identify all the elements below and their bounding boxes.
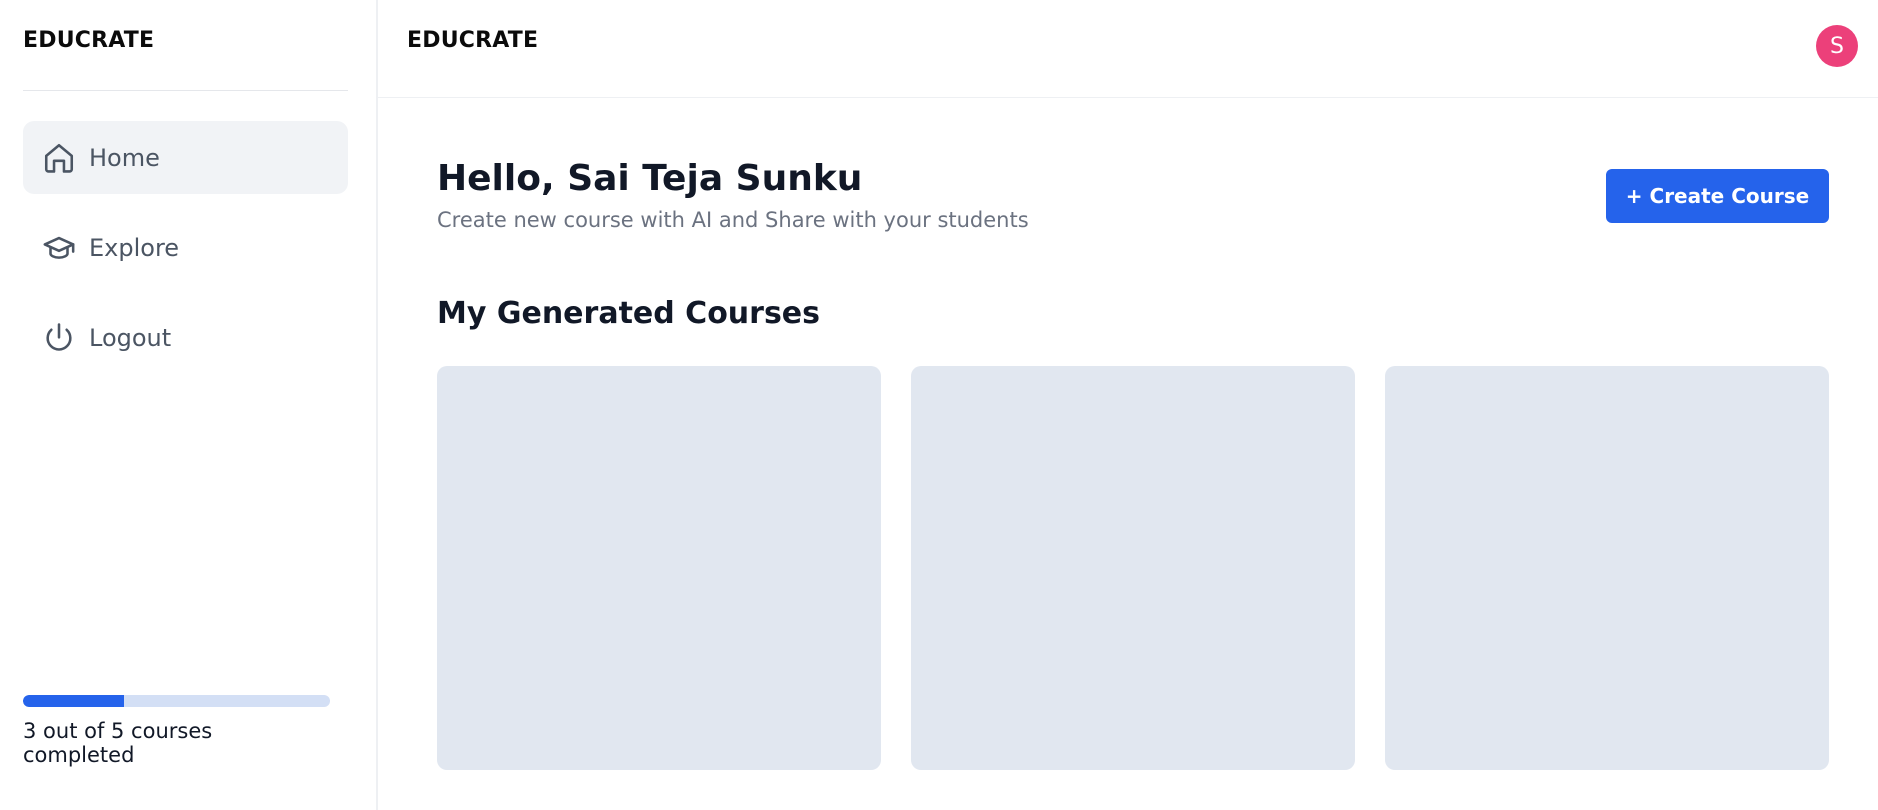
- home-icon: [41, 140, 77, 176]
- sidebar-logo: EDUCRATE: [23, 28, 155, 53]
- main-content: Hello, Sai Teja Sunku Create new course …: [378, 98, 1878, 810]
- sidebar-divider: [23, 90, 348, 91]
- avatar[interactable]: S: [1816, 25, 1858, 67]
- sidebar-nav: Home Explore Logout: [23, 121, 348, 391]
- create-course-button[interactable]: + Create Course: [1606, 169, 1829, 223]
- section-title: My Generated Courses: [437, 296, 821, 331]
- progress-bar: [23, 695, 330, 707]
- sidebar-item-label: Explore: [89, 233, 180, 262]
- graduation-cap-icon: [41, 230, 77, 266]
- sidebar: EDUCRATE Home Explore Logout 3 out of 5 …: [0, 0, 378, 810]
- greeting-subtitle: Create new course with AI and Share with…: [437, 208, 1029, 232]
- progress-bar-fill: [23, 695, 125, 707]
- power-icon: [41, 320, 77, 356]
- top-header: EDUCRATE S: [378, 0, 1878, 98]
- course-card-skeleton: [1385, 366, 1829, 770]
- sidebar-item-explore[interactable]: Explore: [23, 211, 348, 284]
- course-card-grid: [437, 366, 1829, 770]
- progress-text: 3 out of 5 courses completed: [23, 719, 213, 767]
- sidebar-item-label: Home: [89, 143, 160, 172]
- greeting: Hello, Sai Teja Sunku: [437, 158, 862, 199]
- greeting-prefix: Hello,: [437, 158, 555, 199]
- sidebar-item-home[interactable]: Home: [23, 121, 348, 194]
- course-card-skeleton: [437, 366, 881, 770]
- sidebar-item-label: Logout: [89, 323, 172, 352]
- course-progress: 3 out of 5 courses completed: [23, 695, 330, 767]
- sidebar-item-logout[interactable]: Logout: [23, 301, 348, 374]
- user-name: Sai Teja Sunku: [567, 158, 863, 199]
- header-logo: EDUCRATE: [407, 28, 539, 53]
- course-card-skeleton: [911, 366, 1355, 770]
